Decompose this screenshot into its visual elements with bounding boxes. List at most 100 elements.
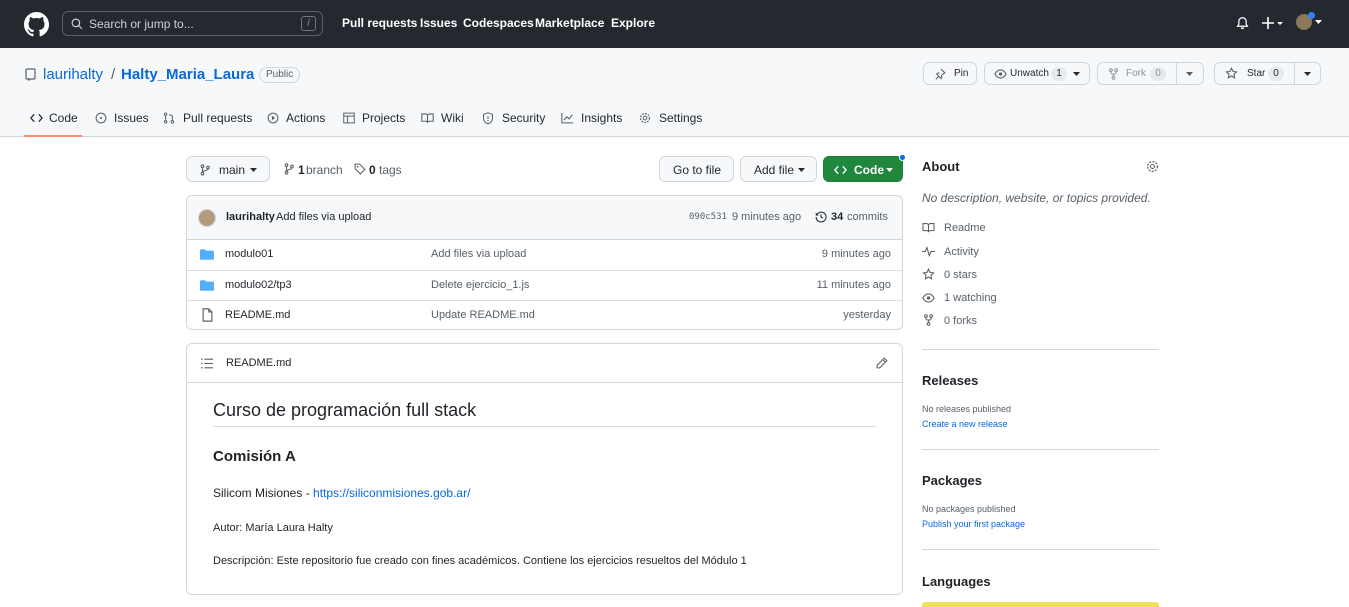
nav-issues[interactable]: Issues [420,16,457,30]
tab-issues[interactable]: Issues [114,111,149,125]
publish-package-link[interactable]: Publish your first package [922,519,1025,529]
chevron-down-icon [250,168,257,172]
commit-author[interactable]: laurihalty [226,211,275,223]
readme-author: Autor: María Laura Halty [213,522,333,534]
fork-icon [923,314,934,326]
watch-count: 1 [1051,67,1067,81]
tab-wiki[interactable]: Wiki [441,111,464,125]
tag-count[interactable]: 0 [369,163,376,177]
about-forks-link[interactable]: 0 forks [944,315,977,327]
create-new-plus-icon[interactable] [1262,15,1284,31]
file-name[interactable]: README.md [225,309,290,321]
bell-icon[interactable] [1236,16,1249,30]
fork-label: Fork [1126,68,1146,79]
readme-title: Curso de programación full stack [213,400,477,420]
about-readme-link[interactable]: Readme [944,222,986,234]
about-heading: About [922,159,960,174]
branch-selector-button[interactable]: main [186,156,270,182]
file-commit-message[interactable]: Delete ejercicio_1.js [431,279,529,291]
code-icon [30,113,43,123]
readme-org-text: Silicom Misiones - [213,486,314,500]
about-activity-link[interactable]: Activity [944,246,979,258]
file-row[interactable]: modulo01 Add files via upload 9 minutes … [187,240,902,270]
star-label: Star [1247,68,1266,79]
avatar[interactable] [198,209,216,227]
file-name[interactable]: modulo02/tp3 [225,279,292,291]
pencil-edit-icon[interactable] [876,357,888,369]
packages-heading[interactable]: Packages [922,473,982,488]
chevron-down-icon [798,168,805,172]
git-branch-icon [284,163,294,175]
tag-count-label[interactable]: tags [379,163,402,177]
tab-code[interactable]: Code [49,111,78,125]
file-row[interactable]: README.md Update README.md yesterday [187,300,902,329]
file-commit-message[interactable]: Update README.md [431,309,535,321]
chevron-down-icon[interactable] [1073,72,1080,76]
chevron-down-icon[interactable] [1304,72,1311,76]
search-shortcut-key: / [301,16,316,31]
readme-heading: Comisión A [213,448,296,465]
commit-count-label[interactable]: commits [847,211,888,223]
pin-icon [934,68,946,80]
nav-codespaces[interactable]: Codespaces [463,16,534,30]
fork-split-divider [1176,63,1177,84]
file-commit-time: 9 minutes ago [821,248,891,260]
file-commit-message[interactable]: Add files via upload [431,248,526,260]
repo-name-link[interactable]: Halty_Maria_Laura [121,66,254,83]
tab-projects[interactable]: Projects [362,111,405,125]
code-icon [834,165,847,175]
commit-message[interactable]: Add files via upload [276,211,371,223]
tag-icon [354,163,366,175]
about-description: No description, website, or topics provi… [922,191,1151,205]
readme-link[interactable]: https://siliconmisiones.gob.ar/ [313,486,470,500]
nav-marketplace[interactable]: Marketplace [535,16,604,30]
search-input[interactable]: Search or jump to... / [62,11,323,36]
create-release-link[interactable]: Create a new release [922,419,1008,429]
fork-icon [1108,68,1119,80]
readme-filename[interactable]: README.md [226,357,291,369]
code-dropdown-button[interactable]: Code [823,156,903,182]
tab-pull-requests[interactable]: Pull requests [183,111,252,125]
tab-actions[interactable]: Actions [286,111,325,125]
tab-insights[interactable]: Insights [581,111,622,125]
nav-pull-requests[interactable]: Pull requests [342,16,417,30]
star-button[interactable]: Star 0 [1214,62,1321,85]
nav-explore[interactable]: Explore [611,16,655,30]
gear-icon[interactable] [1146,160,1159,173]
add-file-button[interactable]: Add file [740,156,817,182]
github-logo-icon[interactable] [24,12,49,37]
branch-count[interactable]: 1 [298,163,305,177]
tab-settings[interactable]: Settings [659,111,702,125]
readme-panel: README.md Curso de programación full sta… [186,343,903,595]
file-commit-time: 11 minutes ago [816,279,891,291]
go-to-file-button[interactable]: Go to file [659,156,734,182]
repo-owner-link[interactable]: laurihalty [43,66,103,83]
releases-heading[interactable]: Releases [922,373,978,388]
wiki-book-icon [421,112,434,124]
fork-button[interactable]: Fork 0 [1097,62,1204,85]
chevron-down-icon[interactable] [1315,20,1322,25]
file-row[interactable]: modulo02/tp3 Delete ejercicio_1.js 11 mi… [187,270,902,300]
active-tab-indicator [24,135,82,137]
search-placeholder: Search or jump to... [89,17,194,31]
eye-icon [922,293,935,303]
chevron-down-icon[interactable] [1186,72,1193,76]
commit-count[interactable]: 34 [831,211,843,223]
repo-header: laurihalty / Halty_Maria_Laura Public Pi… [0,48,1349,137]
eye-icon [994,68,1007,80]
readme-header: README.md [187,344,902,383]
tab-security[interactable]: Security [502,111,545,125]
about-watching-link[interactable]: 1 watching [944,292,997,304]
branch-count-label[interactable]: branch [306,163,343,177]
add-file-label: Add file [754,163,795,177]
about-stars-link[interactable]: 0 stars [944,269,977,281]
commit-sha[interactable]: 090c531 [689,212,727,222]
releases-empty-text: No releases published [922,404,1012,414]
file-name[interactable]: modulo01 [225,248,273,260]
unwatch-label: Unwatch [1010,68,1049,79]
list-outline-icon[interactable] [201,358,213,369]
pin-button[interactable]: Pin [923,62,977,85]
folder-icon [200,280,214,291]
star-icon [922,268,935,281]
unwatch-button[interactable]: Unwatch 1 [984,62,1090,85]
